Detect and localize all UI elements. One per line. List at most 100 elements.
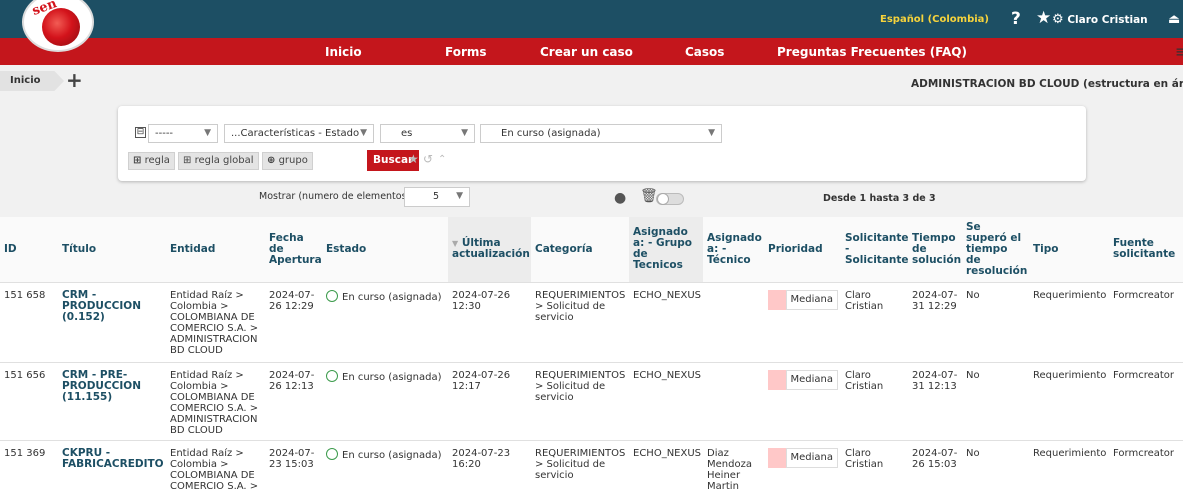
collapse-criteria-icon[interactable]: ⊟ [135,127,146,138]
collapse-up-icon[interactable]: ⌃ [438,154,446,165]
table-row[interactable]: 151 658 CRM - PRODUCCION (0.152) Entidad… [0,282,1183,362]
col-tech[interactable]: Asignado a: - Técnico [703,217,764,282]
cell-opened: 2024-07-26 12:29 [269,289,315,312]
col-title[interactable]: Título [58,217,166,282]
ticket-title-link[interactable]: CKPRU - FABRICACREDITO [58,440,166,500]
reset-icon[interactable]: ↺ [423,152,433,166]
sort-desc-icon: ▼ [452,239,459,249]
show-elements-label: Mostrar (numero de elementos) [259,191,411,202]
priority-badge: Mediana [768,369,838,390]
table-row[interactable]: 151 369 CKPRU - FABRICACREDITO Entidad R… [0,440,1183,500]
star-icon[interactable]: ★ [1036,8,1051,28]
cell-status: En curso (asignada) [322,282,448,362]
cell-group: ECHO_NEXUS [633,369,702,381]
ticket-title-link[interactable]: CRM - PRE-PRODUCCION (11.155) [58,362,166,440]
cell-updated: 2024-07-26 12:30 [452,289,511,312]
trash-icon[interactable]: 🗑 [640,188,658,204]
star-icon[interactable]: ★ [408,152,419,166]
cell-tech: Diaz Mendoza Heiner Martin [707,447,752,492]
col-exceeded[interactable]: Se superó el tiempo de resolución [962,217,1029,282]
priority-badge: Mediana [768,447,838,468]
cell-status: En curso (asignada) [322,362,448,440]
add-group-button[interactable]: ⊕ grupo [262,152,313,170]
col-entity[interactable]: Entidad [166,217,265,282]
results-table: ID Título Entidad Fecha de Apertura Esta… [0,217,1183,500]
cell-category: REQUERIMIENTOS > Solicitud de servicio [535,447,626,481]
cell-solution-time: 2024-07-31 12:29 [912,289,958,312]
chevron-down-icon: ▼ [360,128,367,138]
col-id[interactable]: ID [0,217,58,282]
col-updated[interactable]: ▼ Última actualización [448,217,531,282]
cell-solution-time: 2024-07-26 15:03 [912,447,958,470]
cell-entity: Entidad Raíz > Colombia > COLOMBIANA DE … [170,369,259,436]
nav-faq[interactable]: Preguntas Frecuentes (FAQ) [777,45,967,59]
cell-source: Formcreator [1113,447,1175,459]
add-rule-button[interactable]: ⊞ regla [128,152,175,170]
value-select[interactable]: En curso (asignada) ▼ [480,124,722,143]
operator-select[interactable]: es ▼ [380,124,475,143]
col-type[interactable]: Tipo [1029,217,1109,282]
status-circle-icon [326,447,338,460]
cell-id: 151 369 [4,447,46,459]
cell-group: ECHO_NEXUS [633,447,702,459]
add-icon[interactable]: + [66,68,83,92]
language-link[interactable]: Español (Colombia) [880,14,989,25]
cell-solution-time: 2024-07-31 12:13 [912,369,958,392]
ticket-title-link[interactable]: CRM - PRODUCCION (0.152) [58,282,166,362]
col-source[interactable]: Fuente solicitante [1109,217,1183,282]
field-select[interactable]: ...Características - Estado ▼ [224,124,374,143]
user-name: Claro Cristian [1067,14,1148,26]
table-row[interactable]: 151 656 CRM - PRE-PRODUCCION (11.155) En… [0,362,1183,440]
col-opened[interactable]: Fecha de Apertura [265,217,322,282]
show-elements-select[interactable]: 5 ▼ [404,187,470,207]
gear-icon: ⚙ [1052,12,1064,27]
cell-updated: 2024-07-23 16:20 [452,447,511,470]
link-select[interactable]: ----- ▼ [148,124,218,143]
plus-circle-icon: ⊕ [267,155,276,166]
table-header-row: ID Título Entidad Fecha de Apertura Esta… [0,217,1183,282]
user-menu[interactable]: ⚙ Claro Cristian [1052,12,1148,27]
chevron-down-icon: ▼ [708,128,715,138]
search-criteria-panel: ⊟ ----- ▼ ...Características - Estado ▼ es… [118,106,1086,181]
top-header: Español (Colombia) ? ★ ⚙ Claro Cristian … [0,0,1183,38]
col-status[interactable]: Estado [322,217,448,282]
nav-casos[interactable]: Casos [685,45,724,59]
cell-source: Formcreator [1113,369,1175,381]
plus-square-outline-icon: ⊞ [183,155,192,166]
priority-badge: Mediana [768,289,838,310]
cell-priority: Mediana [764,440,841,500]
col-group[interactable]: Asignado a: - Grupo de Tecnicos [629,217,703,282]
cell-source: Formcreator [1113,289,1175,301]
globe-icon[interactable]: ● [614,190,626,206]
breadcrumb: Inicio + ADMINISTRACION BD CLOUD (estruc… [0,65,1183,95]
status-circle-icon [326,369,338,382]
col-requester[interactable]: Solicitante - Solicitante [841,217,909,282]
add-global-rule-button[interactable]: ⊞ regla global [178,152,259,170]
cell-requester: Claro Cristian [845,289,884,312]
status-circle-icon [326,289,338,302]
logout-icon[interactable]: ⏏ [1168,12,1180,27]
nav-inicio[interactable]: Inicio [325,45,362,59]
cell-tech [703,282,764,362]
cell-opened: 2024-07-23 15:03 [269,447,315,470]
main-nav: Inicio Forms Crear un caso Casos Pregunt… [0,38,1183,65]
breadcrumb-home[interactable]: Inicio [0,71,64,91]
cell-requester: Claro Cristian [845,447,884,470]
cell-type: Requerimiento [1033,369,1107,381]
page-title: ADMINISTRACION BD CLOUD (estructura en á… [911,78,1183,90]
hamburger-icon[interactable]: ≡ [1175,42,1183,61]
nav-forms[interactable]: Forms [445,45,487,59]
nav-crear-caso[interactable]: Crear un caso [540,45,633,59]
cell-type: Requerimiento [1033,447,1107,459]
cell-type: Requerimiento [1033,289,1107,301]
logo-ball [42,8,80,46]
col-category[interactable]: Categoría [531,217,629,282]
trash-toggle[interactable] [656,193,684,205]
cell-opened: 2024-07-26 12:13 [269,369,315,392]
cell-category: REQUERIMIENTOS > Solicitud de servicio [535,369,626,403]
cell-category: REQUERIMIENTOS > Solicitud de servicio [535,289,626,323]
col-priority[interactable]: Prioridad [764,217,841,282]
chevron-down-icon: ▼ [456,191,463,201]
help-icon[interactable]: ? [1011,9,1021,29]
col-solution-time[interactable]: Tiempo de solución [908,217,962,282]
